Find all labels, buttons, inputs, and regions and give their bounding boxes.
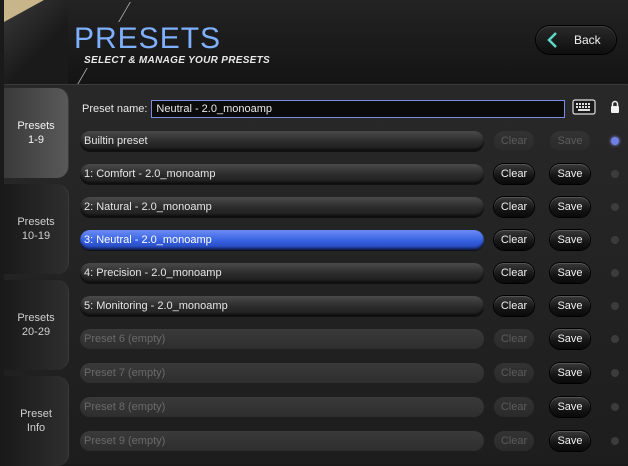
save-button[interactable]: Save [550, 263, 590, 283]
lock-icon[interactable] [610, 100, 620, 114]
preset-slot[interactable]: Preset 6 (empty) [80, 329, 484, 349]
corner-logo [4, 0, 68, 84]
header-bar: PRESETS SELECT & MANAGE YOUR PRESETS Bac… [4, 0, 628, 85]
active-indicator-icon [611, 335, 619, 343]
clear-button[interactable]: Clear [494, 397, 534, 417]
active-indicator-icon [611, 403, 619, 411]
save-button[interactable]: Save [550, 164, 590, 184]
preset-list-panel: Preset name: Neutral - 2.0_monoamp Built… [76, 88, 628, 464]
preset-row: Preset 6 (empty) Clear Save [76, 329, 628, 351]
preset-row: 3: Neutral - 2.0_monoamp Clear Save [76, 230, 628, 252]
save-button[interactable]: Save [550, 131, 590, 151]
preset-row: Preset 8 (empty) Clear Save [76, 397, 628, 419]
active-indicator-icon [611, 269, 619, 277]
clear-button[interactable]: Clear [494, 363, 534, 383]
preset-slot[interactable]: Preset 7 (empty) [80, 363, 484, 383]
clear-button[interactable]: Clear [494, 230, 534, 250]
decorative-slash [77, 68, 98, 84]
clear-button[interactable]: Clear [494, 164, 534, 184]
preset-slot[interactable]: Preset 8 (empty) [80, 397, 484, 417]
preset-row: 5: Monitoring - 2.0_monoamp Clear Save [76, 296, 628, 318]
preset-row: 2: Natural - 2.0_monoamp Clear Save [76, 197, 628, 219]
preset-slot[interactable]: 3: Neutral - 2.0_monoamp [80, 230, 484, 250]
tab-label-line2: Info [26, 422, 46, 434]
tab-label-line1: Preset [20, 408, 52, 420]
save-button[interactable]: Save [550, 431, 590, 451]
preset-slot[interactable]: 4: Precision - 2.0_monoamp [80, 263, 484, 283]
sidebar: Presets 1-9 Presets 10-19 Presets 20-29 … [4, 88, 69, 466]
preset-slot[interactable]: 1: Comfort - 2.0_monoamp [80, 164, 484, 184]
clear-button[interactable]: Clear [494, 197, 534, 217]
back-button[interactable]: Back [536, 26, 616, 54]
preset-name-input[interactable]: Neutral - 2.0_monoamp [151, 100, 566, 118]
preset-row: 1: Comfort - 2.0_monoamp Clear Save [76, 164, 628, 186]
save-button[interactable]: Save [550, 363, 590, 383]
active-indicator-icon [611, 203, 619, 211]
save-button[interactable]: Save [550, 230, 590, 250]
tab-presets-10-19[interactable]: Presets 10-19 [4, 184, 69, 274]
tab-label-line1: Presets [17, 120, 55, 132]
preset-name-row: Preset name: Neutral - 2.0_monoamp [82, 99, 566, 119]
tab-presets-1-9[interactable]: Presets 1-9 [4, 88, 69, 178]
tab-label-line1: Presets [17, 312, 55, 324]
save-button[interactable]: Save [550, 329, 590, 349]
tab-label-line1: Presets [17, 216, 55, 228]
active-indicator-icon [611, 437, 619, 445]
preset-slot[interactable]: 2: Natural - 2.0_monoamp [80, 197, 484, 217]
tab-label-line2: 1-9 [28, 134, 44, 146]
clear-button[interactable]: Clear [494, 131, 534, 151]
chevron-left-icon [540, 28, 564, 52]
page-subtitle: SELECT & MANAGE YOUR PRESETS [84, 55, 271, 66]
clear-button[interactable]: Clear [494, 431, 534, 451]
save-button[interactable]: Save [550, 296, 590, 316]
clear-button[interactable]: Clear [494, 263, 534, 283]
tab-presets-20-29[interactable]: Presets 20-29 [4, 280, 69, 370]
tab-label-line2: 10-19 [21, 230, 51, 242]
active-indicator-icon [611, 302, 619, 310]
tab-label-line2: 20-29 [21, 326, 51, 338]
keyboard-icon[interactable] [572, 98, 596, 116]
preset-row: Preset 7 (empty) Clear Save [76, 363, 628, 385]
save-button[interactable]: Save [550, 397, 590, 417]
active-indicator-icon [611, 369, 619, 377]
preset-row: Preset 9 (empty) Clear Save [76, 431, 628, 453]
preset-row: Builtin preset Clear Save [76, 131, 628, 153]
save-button[interactable]: Save [550, 197, 590, 217]
clear-button[interactable]: Clear [494, 329, 534, 349]
app-window: PRESETS SELECT & MANAGE YOUR PRESETS Bac… [4, 0, 628, 466]
preset-slot[interactable]: 5: Monitoring - 2.0_monoamp [80, 296, 484, 316]
preset-slot[interactable]: Builtin preset [80, 131, 484, 151]
clear-button[interactable]: Clear [494, 296, 534, 316]
active-indicator-icon [611, 170, 619, 178]
decorative-slash [118, 2, 145, 22]
preset-name-label: Preset name: [82, 103, 148, 115]
active-indicator-icon [611, 236, 619, 244]
back-button-label: Back [574, 33, 601, 47]
page-title: PRESETS [74, 22, 222, 55]
active-indicator-icon [611, 137, 619, 145]
tab-preset-info[interactable]: Preset Info [4, 376, 69, 466]
preset-slot[interactable]: Preset 9 (empty) [80, 431, 484, 451]
preset-row: 4: Precision - 2.0_monoamp Clear Save [76, 263, 628, 285]
